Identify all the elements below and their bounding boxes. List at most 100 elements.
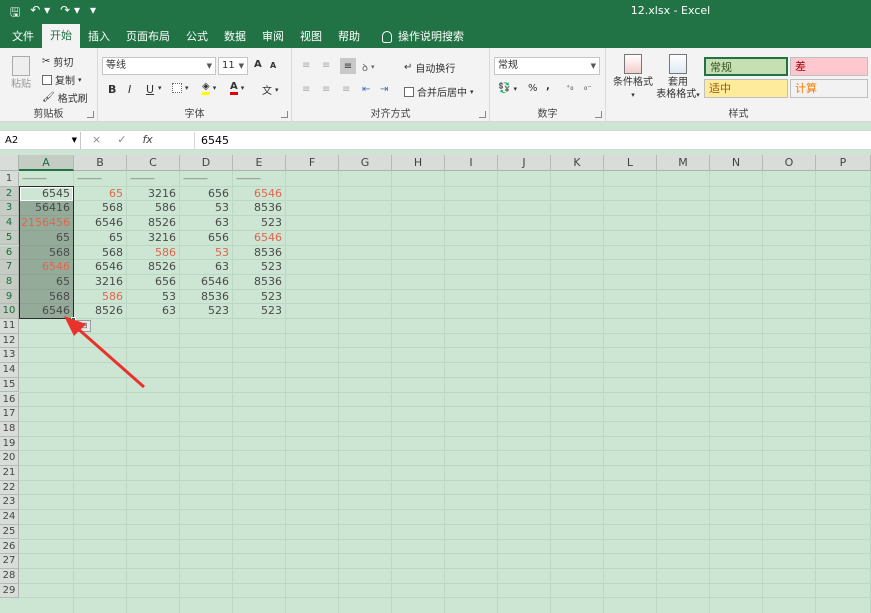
cell-e5[interactable]: 6546 (233, 231, 286, 246)
column-header-c[interactable]: C (127, 155, 180, 171)
tab-review[interactable]: 审阅 (254, 26, 292, 48)
cell-c3[interactable]: 586 (127, 201, 180, 216)
comma-button[interactable]: , (546, 81, 550, 92)
align-right-button[interactable]: ≡ (342, 84, 350, 95)
format-painter-button[interactable]: 🖌 格式刷 (42, 90, 88, 105)
cell-a10[interactable]: 6546 (19, 304, 74, 319)
row-header-28[interactable]: 28 (0, 568, 19, 584)
column-header-p[interactable]: P (816, 155, 871, 171)
cell-a7[interactable]: 6546 (19, 260, 74, 275)
cell-d2[interactable]: 656 (180, 187, 233, 202)
row-header-8[interactable]: 8 (0, 274, 19, 290)
cell-d5[interactable]: 656 (180, 231, 233, 246)
tab-formulas[interactable]: 公式 (178, 26, 216, 48)
cell-b2[interactable]: 65 (74, 187, 127, 202)
row-header-1[interactable]: 1 (0, 172, 19, 187)
enter-icon[interactable]: ✓ (117, 133, 126, 146)
cell-d3[interactable]: 53 (180, 201, 233, 216)
style-normal[interactable]: 常规 (704, 57, 788, 76)
select-all-corner[interactable] (0, 155, 19, 171)
row-header-15[interactable]: 15 (0, 377, 19, 393)
row-header-2[interactable]: 2 (0, 186, 19, 202)
cell-d9[interactable]: 8536 (180, 290, 233, 305)
cell-d4[interactable]: 63 (180, 216, 233, 231)
tab-view[interactable]: 视图 (292, 26, 330, 48)
cancel-icon[interactable]: × (92, 133, 101, 146)
row-header-13[interactable]: 13 (0, 348, 19, 364)
row-header-23[interactable]: 23 (0, 495, 19, 511)
tab-help[interactable]: 帮助 (330, 26, 368, 48)
row-header-20[interactable]: 20 (0, 451, 19, 466)
column-header-m[interactable]: M (657, 155, 710, 171)
cell-a5[interactable]: 65 (19, 231, 74, 246)
cell-c2[interactable]: 3216 (127, 187, 180, 202)
row-header-17[interactable]: 17 (0, 407, 19, 422)
cell-e6[interactable]: 8536 (233, 246, 286, 261)
row-header-5[interactable]: 5 (0, 230, 19, 246)
tab-data[interactable]: 数据 (216, 26, 254, 48)
style-neutral[interactable]: 适中 (704, 79, 788, 98)
clipboard-launcher-icon[interactable] (87, 111, 94, 118)
cell-d6[interactable]: 53 (180, 246, 233, 261)
column-header-b[interactable]: B (74, 155, 127, 171)
tab-insert[interactable]: 插入 (80, 26, 118, 48)
row-header-16[interactable]: 16 (0, 392, 19, 408)
tab-file[interactable]: 文件 (4, 26, 42, 48)
shrink-font-button[interactable]: A (270, 61, 276, 70)
cut-button[interactable]: ✂ 剪切 (42, 54, 73, 69)
cell-a2[interactable]: 6545 (19, 187, 74, 202)
align-left-button[interactable]: ≡ (302, 84, 310, 95)
tell-me-search[interactable]: 操作说明搜索 (368, 26, 464, 48)
tab-home[interactable]: 开始 (42, 24, 80, 48)
tab-page-layout[interactable]: 页面布局 (118, 26, 178, 48)
increase-indent-button[interactable]: ⇥ (380, 84, 388, 95)
fill-color-button[interactable]: ◈ ▾ (202, 81, 216, 95)
header-cell-e1[interactable]: ——— (236, 174, 261, 184)
row-header-25[interactable]: 25 (0, 524, 19, 540)
italic-button[interactable]: I (128, 83, 131, 96)
column-header-j[interactable]: J (498, 155, 551, 171)
header-cell-a1[interactable]: ——— (22, 174, 47, 184)
row-header-18[interactable]: 18 (0, 421, 19, 437)
cell-b7[interactable]: 6546 (74, 260, 127, 275)
conditional-format-button[interactable]: 条件格式 ▾ (610, 54, 656, 101)
cell-c8[interactable]: 656 (127, 275, 180, 290)
cell-a8[interactable]: 65 (19, 275, 74, 290)
align-middle-button[interactable]: ≡ (322, 60, 330, 71)
font-name-select[interactable]: 等线 ▼ (102, 57, 216, 75)
cell-d7[interactable]: 63 (180, 260, 233, 275)
cell-c10[interactable]: 63 (127, 304, 180, 319)
cell-a9[interactable]: 568 (19, 290, 74, 305)
align-bottom-button[interactable]: ≡ (340, 58, 356, 74)
column-header-i[interactable]: I (445, 155, 498, 171)
row-header-24[interactable]: 24 (0, 510, 19, 525)
header-cell-b1[interactable]: ——— (77, 174, 102, 184)
cell-b9[interactable]: 586 (74, 290, 127, 305)
cell-b4[interactable]: 6546 (74, 216, 127, 231)
orientation-button[interactable]: ꝺ ▾ (362, 60, 375, 74)
cell-e3[interactable]: 8536 (233, 201, 286, 216)
align-top-button[interactable]: ≡ (302, 60, 310, 71)
row-header-22[interactable]: 22 (0, 480, 19, 496)
align-center-button[interactable]: ≡ (322, 84, 330, 95)
row-header-19[interactable]: 19 (0, 436, 19, 452)
row-header-26[interactable]: 26 (0, 539, 19, 555)
column-header-o[interactable]: O (763, 155, 816, 171)
font-color-button[interactable]: A ▾ (230, 81, 244, 95)
row-header-21[interactable]: 21 (0, 466, 19, 481)
font-size-select[interactable]: 11 ▼ (218, 57, 248, 75)
decrease-decimal-button[interactable]: ₀⁻ (584, 83, 591, 92)
column-header-k[interactable]: K (551, 155, 604, 171)
style-calculation[interactable]: 计算 (790, 79, 868, 98)
cell-e8[interactable]: 8536 (233, 275, 286, 290)
cell-c4[interactable]: 8526 (127, 216, 180, 231)
row-header-11[interactable]: 11 (0, 319, 19, 334)
name-box[interactable]: A2 ▼ (1, 132, 81, 149)
grow-font-button[interactable]: A (254, 59, 262, 70)
row-header-9[interactable]: 9 (0, 289, 19, 305)
underline-dropdown[interactable]: ▾ (158, 84, 162, 92)
cell-b3[interactable]: 568 (74, 201, 127, 216)
worksheet-grid[interactable]: A B C D E F G H I J K L M N O P 1 2 3 4 5 6 7 8 9 10 11 12 13 14 15 16 1… (0, 155, 871, 613)
row-header-10[interactable]: 10 (0, 304, 19, 319)
format-as-table-button[interactable]: 套用 表格格式▾ (656, 54, 700, 101)
